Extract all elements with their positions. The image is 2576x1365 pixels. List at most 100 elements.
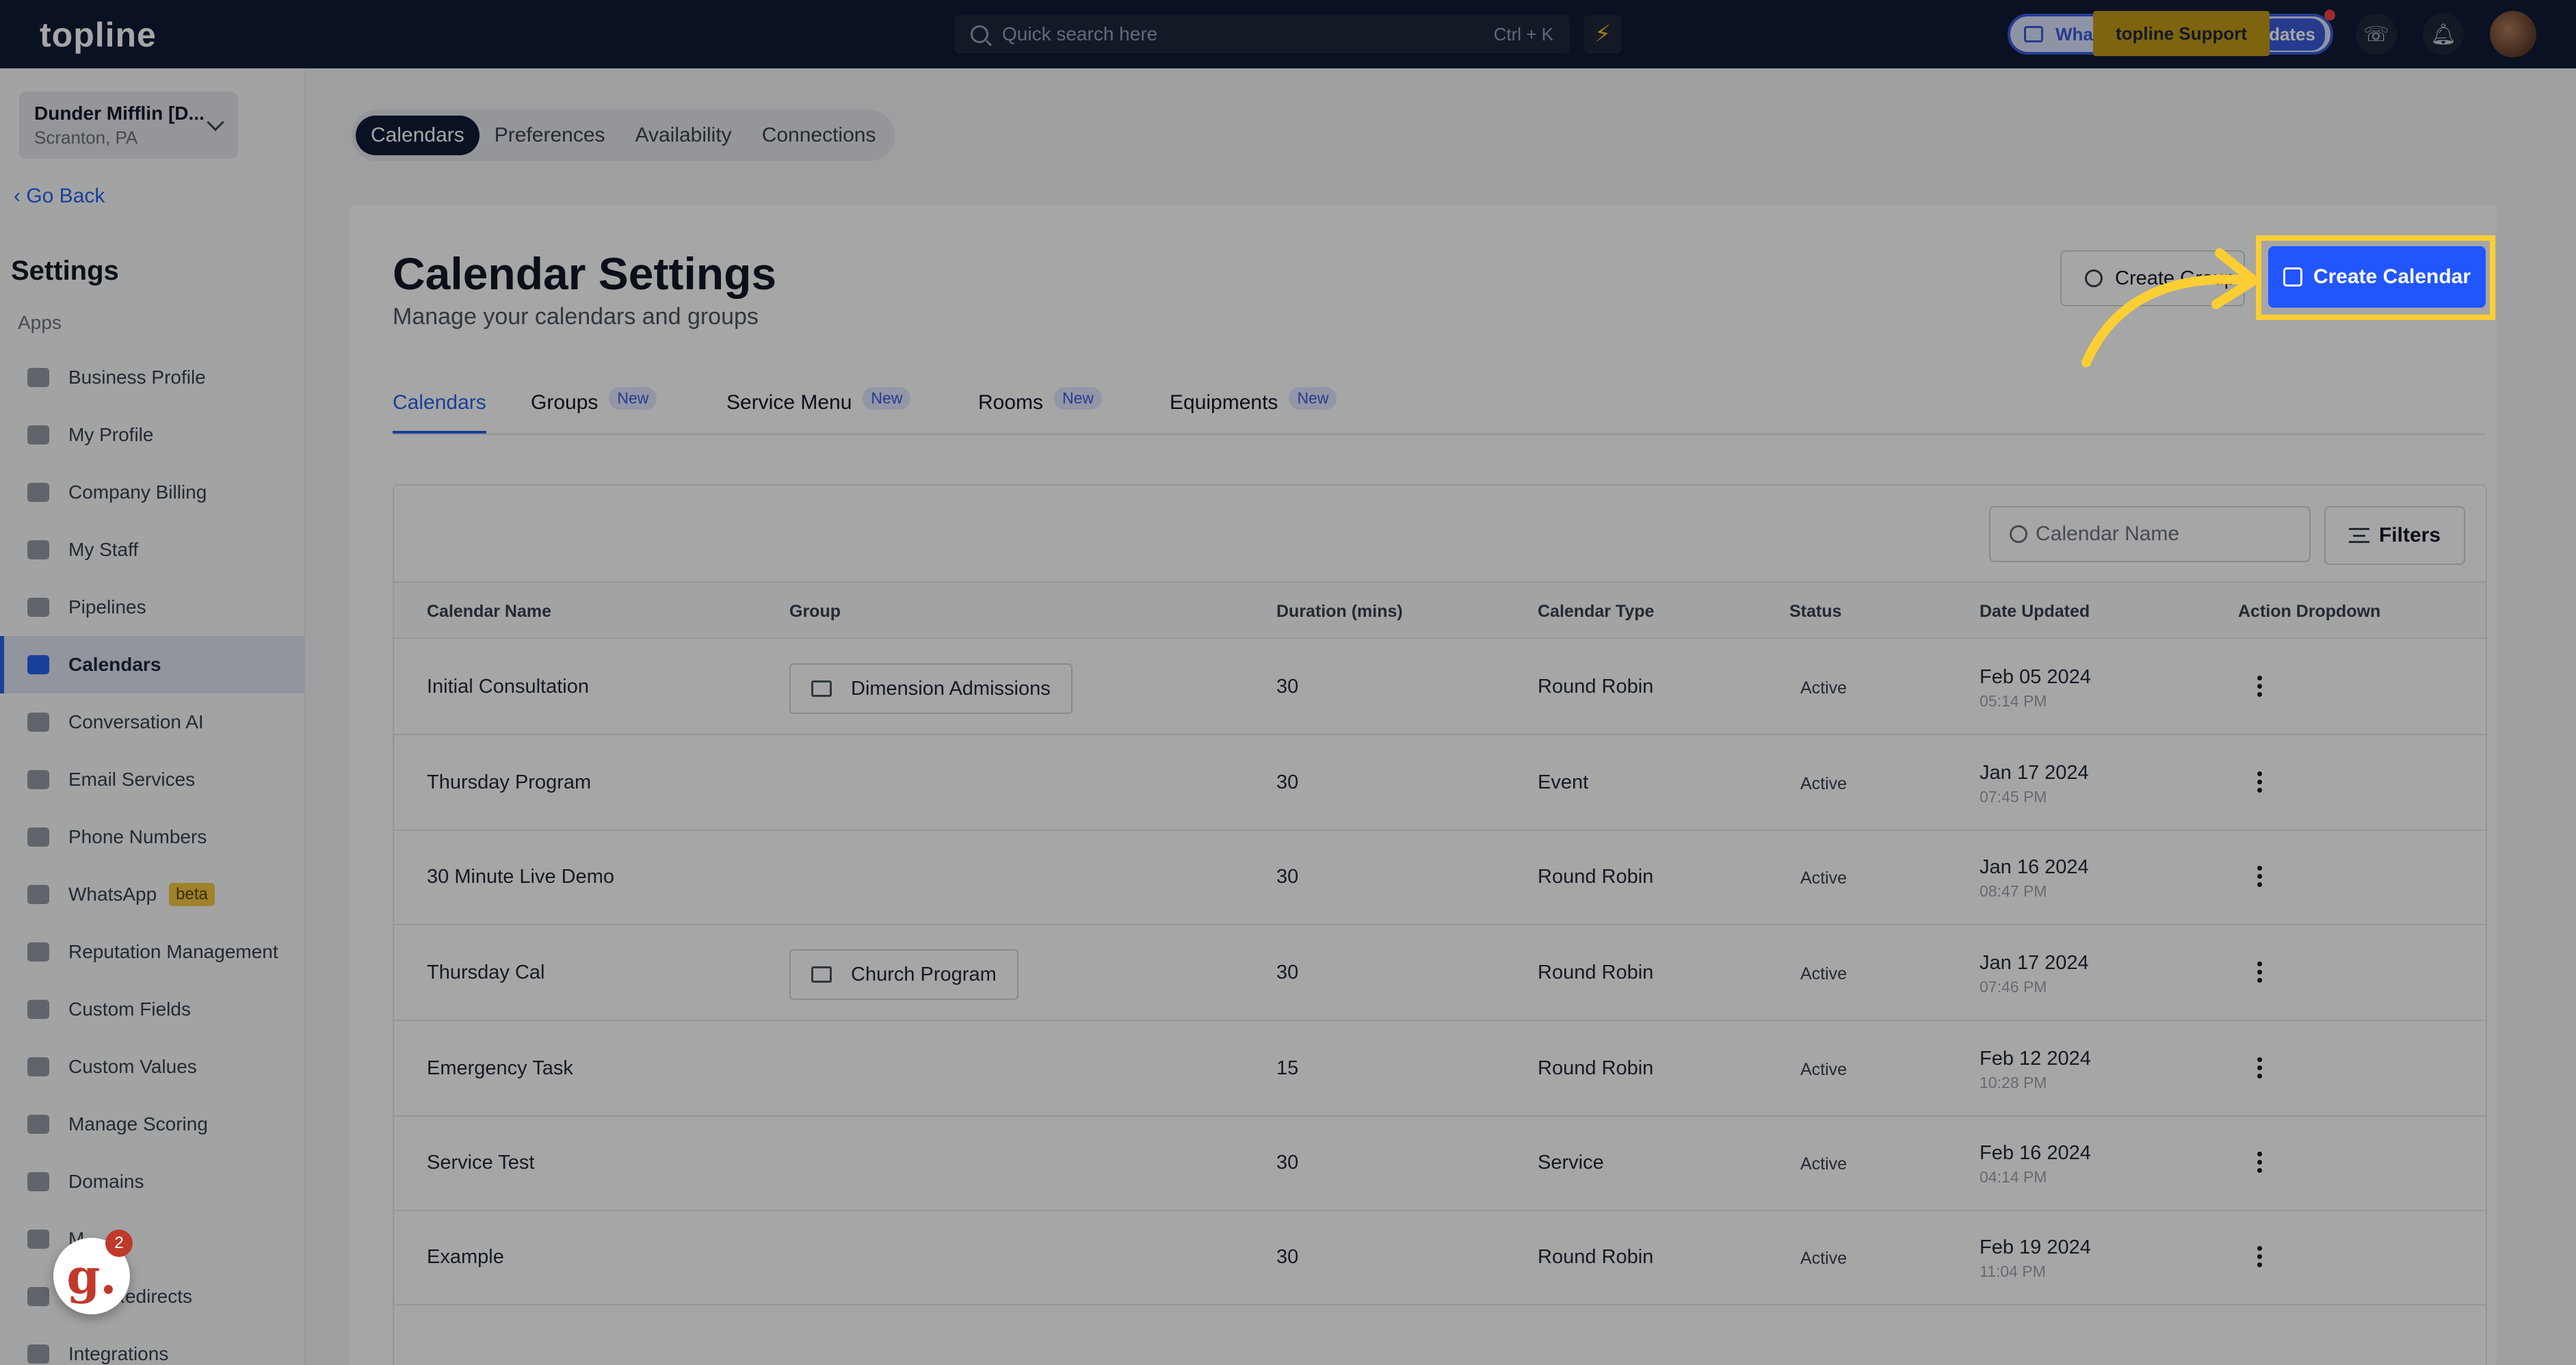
sidebar-item-pipelines[interactable]: Pipelines: [0, 579, 305, 636]
more-vertical-icon[interactable]: [2257, 771, 2263, 796]
sidebar-item-media[interactable]: M...: [0, 1210, 305, 1268]
sidebar-item-business-profile[interactable]: Business Profile: [0, 349, 305, 406]
more-vertical-icon[interactable]: [2257, 866, 2263, 890]
subtab-service-menu[interactable]: Service Menu New: [726, 386, 911, 414]
sidebar-item-calendars[interactable]: Calendars: [0, 636, 305, 693]
column-header[interactable]: Group: [789, 602, 841, 622]
table-row[interactable]: Initial Consultation Dimension Admission…: [394, 640, 2486, 735]
new-badge: New: [1054, 386, 1103, 410]
subtab-rooms[interactable]: Rooms New: [978, 386, 1103, 414]
create-calendar-label: Create Calendar: [2313, 265, 2471, 288]
subtab-calendars[interactable]: Calendars: [393, 391, 486, 434]
table-row[interactable]: Thursday Program 30 Event Active Jan 17 …: [394, 736, 2486, 831]
sidebar-item-conversation-ai[interactable]: Conversation AI: [0, 693, 305, 751]
sidebar-item-email-services[interactable]: Email Services: [0, 751, 305, 808]
sidebar-item-integrations[interactable]: Integrations: [0, 1325, 305, 1365]
calendar-type: Round Robin: [1538, 1057, 1654, 1079]
subtab-equipments[interactable]: Equipments New: [1170, 386, 1337, 414]
calendar-name[interactable]: Service Test: [427, 1152, 534, 1174]
calendar-name[interactable]: Example: [427, 1246, 504, 1269]
calendar-name[interactable]: Thursday Program: [427, 771, 591, 794]
tab-preferences[interactable]: Preferences: [479, 116, 620, 155]
tab-calendars[interactable]: Calendars: [356, 116, 479, 155]
duration: 30: [1276, 1152, 1299, 1174]
phone-icon[interactable]: ☏: [2356, 14, 2397, 55]
star-icon: [27, 942, 49, 962]
grid-icon: [27, 483, 49, 502]
time-updated: 05:14 PM: [1980, 692, 2047, 710]
subtab-groups[interactable]: Groups New: [531, 386, 657, 414]
sidebar-item-domains[interactable]: Domains: [0, 1153, 305, 1210]
group-tag[interactable]: Dimension Admissions: [789, 663, 1073, 714]
calendar-name[interactable]: Initial Consultation: [427, 676, 589, 698]
avatar[interactable]: [2490, 11, 2536, 57]
tab-connections[interactable]: Connections: [747, 116, 891, 155]
column-header[interactable]: Status: [1789, 602, 1841, 622]
link-icon: [27, 1287, 49, 1306]
sidebar-item-my-profile[interactable]: My Profile: [0, 406, 305, 464]
status-badge: Active: [1800, 869, 1848, 888]
table-row[interactable]: Thursday Cal Church Program 30 Round Rob…: [394, 926, 2486, 1021]
calendar-type: Round Robin: [1538, 866, 1654, 888]
group-tag[interactable]: Church Program: [789, 949, 1018, 1000]
table-header: Calendar Name Group Duration (mins) Cale…: [394, 581, 2486, 639]
filter-icon: [2348, 528, 2369, 543]
sidebar-item-custom-fields[interactable]: Custom Fields: [0, 981, 305, 1038]
more-vertical-icon[interactable]: [2257, 1152, 2263, 1176]
go-back-link[interactable]: ‹ Go Back: [14, 185, 105, 208]
pipeline-icon: [27, 598, 49, 617]
calendars-table: Calendar Name Filters Calendar Name Grou…: [393, 484, 2487, 1365]
calendar-search-input[interactable]: Calendar Name: [1989, 506, 2311, 562]
date-updated: Feb 16 2024: [1980, 1142, 2091, 1164]
company-name: Dunder Mifflin [D...: [34, 103, 205, 124]
tab-availability[interactable]: Availability: [620, 116, 747, 155]
table-row[interactable]: 30 Minute Live Demo 30 Round Robin Activ…: [394, 830, 2486, 925]
column-header[interactable]: Duration (mins): [1276, 602, 1403, 622]
company-switcher[interactable]: Dunder Mifflin [D... Scranton, PA: [19, 92, 238, 159]
column-header[interactable]: Calendar Name: [427, 602, 551, 622]
folder-icon: [811, 680, 832, 697]
sidebar-item-label: My Staff: [68, 539, 139, 560]
app-logo[interactable]: topline: [40, 15, 157, 55]
filters-button[interactable]: Filters: [2324, 506, 2465, 565]
table-row[interactable]: Emergency Task 15 Round Robin Active Feb…: [394, 1022, 2486, 1117]
sidebar-item-reputation-management[interactable]: Reputation Management: [0, 923, 305, 981]
new-badge: New: [863, 386, 911, 410]
status-badge: Active: [1800, 774, 1848, 793]
more-vertical-icon[interactable]: [2257, 962, 2263, 986]
status-badge: Active: [1800, 678, 1848, 698]
create-calendar-button[interactable]: Create Calendar: [2268, 246, 2486, 308]
bell-icon[interactable]: 🔔︎: [2423, 14, 2464, 55]
calendar-name[interactable]: Thursday Cal: [427, 962, 544, 984]
more-vertical-icon[interactable]: [2257, 676, 2263, 700]
whatsapp-icon: [27, 885, 49, 904]
status-badge: Active: [1800, 1060, 1848, 1079]
table-row[interactable]: Example 30 Round Robin Active Feb 19 202…: [394, 1210, 2486, 1306]
calendar-name[interactable]: Emergency Task: [427, 1057, 573, 1080]
calendar-name[interactable]: 30 Minute Live Demo: [427, 866, 614, 888]
folder-icon: [811, 966, 832, 983]
column-header[interactable]: Calendar Type: [1538, 602, 1654, 622]
sidebar-item-phone-numbers[interactable]: Phone Numbers: [0, 808, 305, 866]
support-button[interactable]: topline Support: [2093, 11, 2270, 56]
sidebar-item-manage-scoring[interactable]: Manage Scoring: [0, 1096, 305, 1153]
more-vertical-icon[interactable]: [2257, 1246, 2263, 1271]
lightning-icon[interactable]: ⚡: [1583, 15, 1622, 53]
duration: 30: [1276, 1246, 1299, 1268]
sidebar-item-url-redirects[interactable]: URL Redirects: [0, 1268, 305, 1325]
sidebar-item-my-staff[interactable]: My Staff: [0, 521, 305, 579]
sidebar-item-label: Email Services: [68, 769, 196, 790]
sidebar-item-label: Manage Scoring: [68, 1113, 208, 1135]
table-row[interactable]: Service Test 30 Service Active Feb 16 20…: [394, 1116, 2486, 1211]
column-header[interactable]: Date Updated: [1980, 602, 2090, 622]
sidebar-item-label: Business Profile: [68, 367, 206, 388]
sidebar-item-custom-values[interactable]: Custom Values: [0, 1038, 305, 1096]
sidebar-item-company-billing[interactable]: Company Billing: [0, 464, 305, 521]
pointer-arrow-icon: [2081, 248, 2259, 367]
more-vertical-icon[interactable]: [2257, 1057, 2263, 1082]
sidebar-item-whatsapp[interactable]: WhatsApp beta: [0, 866, 305, 923]
megaphone-icon: [2024, 26, 2043, 42]
quick-search[interactable]: Quick search here Ctrl + K: [954, 15, 1570, 53]
calendar-search-placeholder: Calendar Name: [2036, 522, 2180, 545]
search-icon: [971, 25, 988, 43]
